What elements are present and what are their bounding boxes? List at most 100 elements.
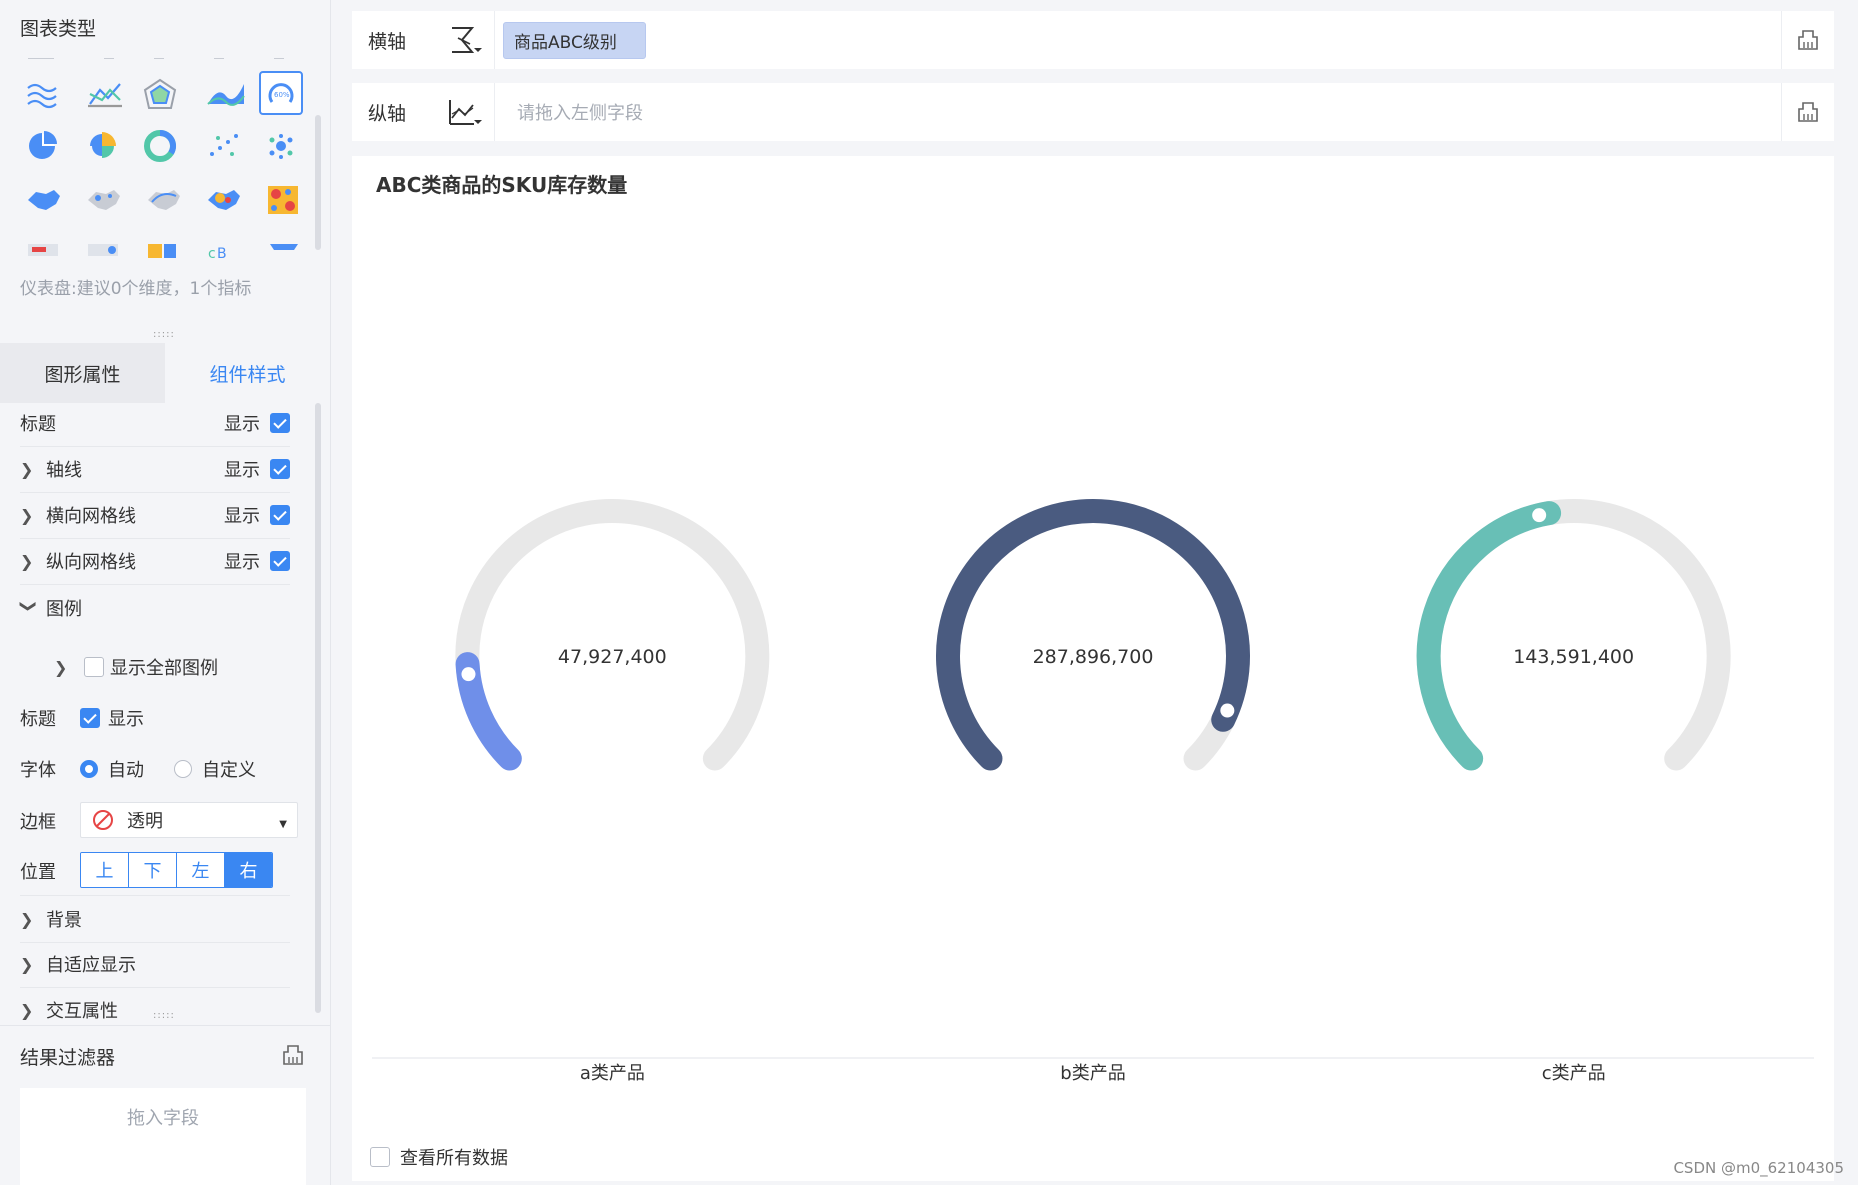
- view-all-data-row[interactable]: 查看所有数据: [370, 1144, 508, 1170]
- chevron-right-icon[interactable]: ❯: [20, 460, 46, 479]
- line-chart-icon: [88, 83, 122, 108]
- funnel-icon: [270, 244, 298, 250]
- y-axis-placeholder[interactable]: 请拖入左侧字段: [517, 99, 643, 125]
- result-filter-title: 结果过滤器: [20, 1047, 116, 1069]
- font-custom-radio[interactable]: [174, 760, 192, 778]
- x-axis-clear[interactable]: [1781, 11, 1834, 69]
- radar-chart-icon: [143, 78, 177, 109]
- gauge-chart[interactable]: 47,927,400 a类产品 287,896,700 b类产品 143,591,400…: [352, 156, 1834, 1116]
- chevron-down-icon[interactable]: ❯: [20, 599, 39, 617]
- h-grid-show-label: 显示: [224, 506, 260, 527]
- axis-line-show-checkbox[interactable]: [270, 459, 290, 479]
- background-label: 背景: [46, 910, 82, 931]
- chevron-right-icon[interactable]: ❯: [20, 506, 46, 525]
- svg-text:c: c: [208, 246, 216, 262]
- resize-handle[interactable]: :::::: [153, 1010, 174, 1021]
- gauge-value-arc: [1416, 501, 1562, 771]
- chevron-right-icon[interactable]: ❯: [20, 955, 46, 974]
- axis-line-row[interactable]: ❯ 轴线 显示: [20, 446, 290, 493]
- clear-icon: [1798, 102, 1818, 122]
- font-custom-label: 自定义: [202, 760, 256, 781]
- axis-line-show-label: 显示: [224, 460, 260, 481]
- v-grid-show-checkbox[interactable]: [270, 551, 290, 571]
- chevron-right-icon[interactable]: ❯: [20, 1001, 46, 1020]
- chevron-right-icon[interactable]: ❯: [54, 658, 84, 677]
- adaptive-display-label: 自适应显示: [46, 955, 136, 976]
- pie-chart-icon: [29, 131, 57, 159]
- font-auto-radio[interactable]: [80, 760, 98, 778]
- resize-handle[interactable]: :::::: [153, 329, 174, 340]
- legend-title-row: 标题 显示: [20, 705, 144, 731]
- chart-grid-scrollbar[interactable]: [315, 115, 321, 250]
- chart-type-hint: 仪表盘:建议0个维度，1个指标: [20, 279, 252, 299]
- legend-title-show-label: 显示: [108, 709, 144, 730]
- filter-drop-zone[interactable]: 拖入字段: [20, 1088, 306, 1185]
- property-tabs: 图形属性 组件样式: [0, 343, 330, 403]
- legend-title-checkbox[interactable]: [80, 708, 100, 728]
- map-bubble-icon: [88, 190, 120, 210]
- legend-row[interactable]: ❯ 图例: [20, 585, 290, 631]
- watermark: CSDN @m0_62104305: [1673, 1159, 1844, 1177]
- title-row[interactable]: 标题 显示: [20, 400, 290, 447]
- gauge-pointer: [461, 667, 476, 682]
- stacked-line-icon: [27, 83, 57, 109]
- gauge-value-arc: [936, 499, 1250, 771]
- show-all-legend-label: 显示全部图例: [110, 658, 218, 679]
- gauge-value-label: 143,591,400: [1513, 646, 1634, 668]
- y-axis-bar: 纵轴 请拖入左侧字段: [352, 83, 1834, 141]
- treemap-icon: [148, 244, 176, 258]
- position-left[interactable]: 左: [177, 853, 225, 887]
- gauge-pointer: [1220, 703, 1235, 718]
- view-all-data-label: 查看所有数据: [400, 1148, 508, 1169]
- x-axis-bar: 横轴 商品ABC级别: [352, 11, 1834, 69]
- position-bottom[interactable]: 下: [129, 853, 177, 887]
- filter-placeholder: 拖入字段: [127, 1108, 199, 1129]
- position-top[interactable]: 上: [81, 853, 129, 887]
- h-grid-show-checkbox[interactable]: [270, 505, 290, 525]
- scatter-chart-icon: [210, 134, 238, 156]
- v-grid-show-label: 显示: [224, 552, 260, 573]
- svg-text:B: B: [217, 246, 227, 262]
- v-grid-row[interactable]: ❯ 纵向网格线 显示: [20, 538, 290, 585]
- border-select[interactable]: 透明 ▼: [80, 802, 298, 838]
- legend-title-label: 标题: [20, 709, 56, 730]
- adaptive-display-row[interactable]: ❯ 自适应显示: [20, 941, 290, 988]
- view-all-data-checkbox[interactable]: [370, 1147, 390, 1167]
- y-axis-clear[interactable]: [1781, 83, 1834, 141]
- position-right[interactable]: 右: [225, 853, 272, 887]
- rose-chart-icon: [90, 132, 116, 158]
- title-show-label: 显示: [224, 414, 260, 435]
- gauge-pointer: [1532, 508, 1547, 523]
- h-grid-row[interactable]: ❯ 横向网格线 显示: [20, 492, 290, 539]
- tab-component-style[interactable]: 组件样式: [165, 343, 330, 403]
- no-color-icon: [93, 810, 113, 830]
- chevron-right-icon[interactable]: ❯: [20, 910, 46, 929]
- y-axis-label: 纵轴: [368, 102, 407, 125]
- background-row[interactable]: ❯ 背景: [20, 895, 290, 943]
- font-label: 字体: [20, 760, 56, 781]
- clear-icon[interactable]: [280, 1042, 306, 1068]
- x-axis-field-pill[interactable]: 商品ABC级别: [503, 21, 646, 59]
- gauge-value-label: 287,896,700: [1033, 646, 1154, 668]
- properties-scrollbar[interactable]: [315, 403, 321, 1013]
- chevron-right-icon[interactable]: ❯: [20, 552, 46, 571]
- svg-text:60%: 60%: [274, 91, 290, 99]
- show-all-legend-row[interactable]: ❯ 显示全部图例: [54, 654, 218, 680]
- x-axis-label: 横轴: [368, 30, 407, 53]
- axis-line-label: 轴线: [46, 460, 82, 481]
- chart-type-icons[interactable]: 60% cB: [14, 58, 314, 278]
- v-grid-label: 纵向网格线: [46, 552, 136, 573]
- title-show-checkbox[interactable]: [270, 413, 290, 433]
- gauge-chart-icon: 60%: [259, 71, 303, 115]
- x-axis-type-selector[interactable]: [434, 11, 495, 69]
- y-axis-type-selector[interactable]: [434, 83, 495, 141]
- show-all-legend-checkbox[interactable]: [84, 657, 104, 677]
- gauge-value-label: 47,927,400: [558, 646, 667, 668]
- text-card-icon: [88, 244, 118, 256]
- position-segmented: 上 下 左 右: [80, 852, 273, 888]
- heatmap-icon: [268, 186, 298, 214]
- divider: [0, 1025, 330, 1026]
- word-cloud-icon: cB: [208, 246, 227, 262]
- measure-icon: [449, 100, 482, 125]
- tab-graphic-properties[interactable]: 图形属性: [0, 343, 165, 403]
